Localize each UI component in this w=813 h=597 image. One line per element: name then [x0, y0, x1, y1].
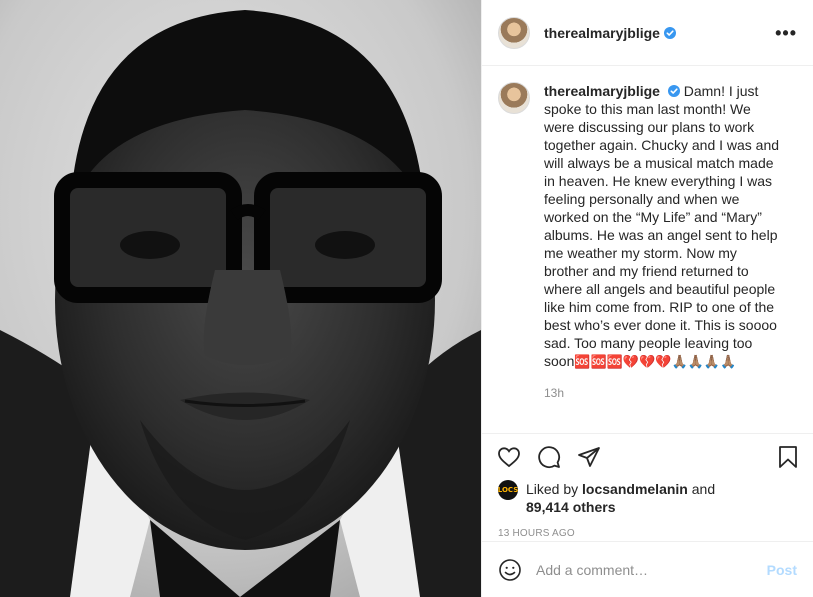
post-comment-button[interactable]: Post: [767, 562, 797, 578]
comment-box: Post: [482, 541, 813, 597]
emoji-picker-button[interactable]: [498, 558, 522, 582]
liker-avatar[interactable]: LOCS: [498, 480, 518, 500]
post-photo[interactable]: [0, 0, 481, 597]
paper-plane-icon: [578, 447, 600, 467]
likes-others-link[interactable]: 89,414 others: [526, 499, 616, 515]
caption-section: therealmaryjblige Damn! I just spoke to …: [482, 66, 813, 434]
heart-icon: [498, 447, 520, 468]
likes-text: Liked by locsandmelanin and 89,414 other…: [526, 480, 715, 516]
caption-avatar[interactable]: [498, 82, 530, 114]
caption-row: therealmaryjblige Damn! I just spoke to …: [498, 82, 797, 400]
comment-button[interactable]: [536, 444, 562, 470]
bookmark-icon: [779, 446, 797, 468]
save-button[interactable]: [775, 444, 801, 470]
likes-conjunction: and: [691, 481, 716, 497]
smiley-icon: [499, 558, 521, 581]
more-options-icon[interactable]: •••: [775, 24, 797, 42]
like-button[interactable]: [496, 444, 522, 470]
caption-username[interactable]: therealmaryjblige: [544, 83, 660, 99]
comment-icon: [538, 446, 561, 469]
instagram-post: therealmaryjblige ••• therealmaryjblige: [0, 0, 813, 597]
verified-badge-icon: [663, 26, 676, 39]
liker-username[interactable]: locsandmelanin: [582, 481, 688, 497]
caption-body: therealmaryjblige Damn! I just spoke to …: [544, 82, 784, 400]
action-bar: [482, 434, 813, 480]
author-avatar[interactable]: [498, 16, 530, 49]
author-username[interactable]: therealmaryjblige: [544, 25, 660, 41]
share-button[interactable]: [576, 444, 602, 470]
caption-text: therealmaryjblige Damn! I just spoke to …: [544, 82, 784, 372]
likes-summary: LOCS Liked by locsandmelanin and 89,414 …: [482, 480, 813, 516]
post-header: therealmaryjblige •••: [482, 0, 813, 66]
caption-box-emojis: 🆘🆘🆘: [574, 355, 623, 370]
likes-prefix: Liked by: [526, 481, 579, 497]
comment-input[interactable]: [536, 561, 767, 578]
post-details-panel: therealmaryjblige ••• therealmaryjblige: [481, 0, 813, 597]
post-timestamp[interactable]: 13 HOURS AGO: [482, 528, 813, 539]
caption-message: Damn! I just spoke to this man last mont…: [544, 83, 780, 369]
caption-time: 13h: [544, 386, 565, 400]
caption-verified-icon: [667, 85, 680, 97]
caption-heart-emojis: 💔💔💔: [622, 355, 672, 370]
caption-pray-emojis: 🙏🏽🙏🏽🙏🏽🙏🏽: [671, 355, 737, 370]
portrait-image: [0, 0, 481, 597]
